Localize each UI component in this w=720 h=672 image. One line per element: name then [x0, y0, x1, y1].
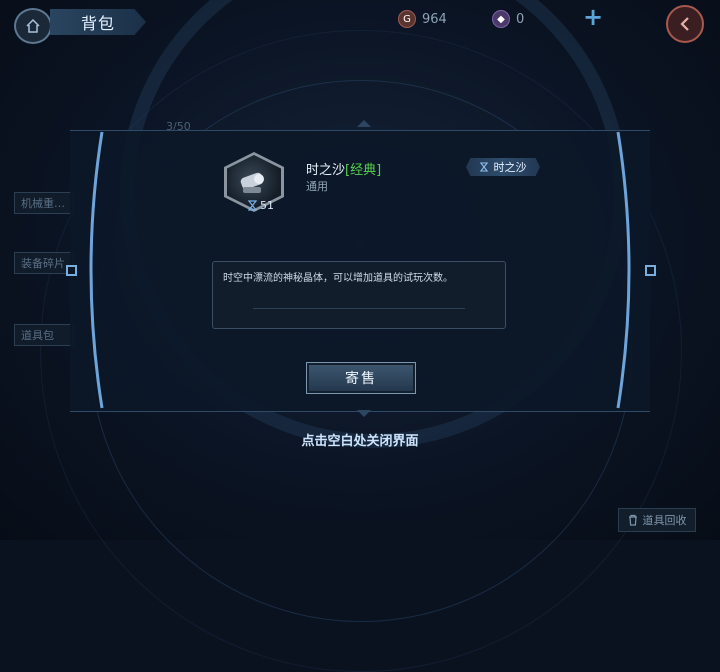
gem-currency: ◆ 0 [492, 10, 524, 28]
gem-amount: 0 [516, 11, 525, 27]
right-bracket [616, 131, 631, 409]
side-tab-items[interactable]: 道具包 [14, 324, 74, 346]
description-divider [253, 308, 465, 309]
left-bracket [89, 131, 104, 409]
side-tab-mecha[interactable]: 机械重… [14, 192, 74, 214]
recycle-button[interactable]: 道具回收 [618, 508, 696, 532]
back-arrow-icon [680, 17, 689, 31]
right-bracket-node [645, 265, 656, 276]
trash-icon [628, 514, 637, 526]
item-name-text: 时之沙 [306, 163, 346, 178]
hourglass-icon [479, 162, 488, 172]
gold-currency: G 964 [398, 10, 447, 28]
recycle-label: 道具回收 [642, 514, 687, 527]
item-name: 时之沙[经典] [306, 159, 381, 178]
item-description-box: 时空中漂流的神秘晶体，可以增加道具的试玩次数。 [212, 261, 506, 329]
item-description: 时空中漂流的神秘晶体，可以增加道具的试玩次数。 [223, 273, 453, 284]
hourglass-icon [248, 200, 257, 211]
gem-icon: ◆ [492, 10, 510, 28]
item-count-value: 51 [260, 199, 274, 212]
top-bar: 背包 G 964 ◆ 0 + [0, 0, 720, 44]
home-icon [26, 18, 40, 33]
item-type: 通用 [306, 180, 328, 193]
gold-coin-icon: G [398, 10, 416, 28]
item-count: 51 [248, 199, 274, 212]
home-button[interactable] [14, 8, 52, 44]
back-button[interactable] [666, 5, 704, 43]
add-currency-button[interactable]: + [582, 3, 604, 31]
panel-bottom-marker [357, 410, 371, 417]
time-sand-icon [240, 172, 264, 193]
page-title: 背包 [50, 9, 146, 35]
close-hint[interactable]: 点击空白处关闭界面 [0, 430, 720, 449]
sell-button[interactable]: 寄售 [306, 362, 416, 394]
left-bracket-node [66, 265, 77, 276]
item-tag-label: 时之沙 [493, 161, 527, 174]
side-tab-fragments[interactable]: 装备碎片 [14, 252, 74, 274]
panel-top-marker [357, 120, 371, 127]
item-quality: [经典] [345, 163, 382, 178]
gold-amount: 964 [422, 11, 447, 27]
item-tag: 时之沙 [466, 158, 540, 176]
plus-icon: + [582, 3, 604, 31]
